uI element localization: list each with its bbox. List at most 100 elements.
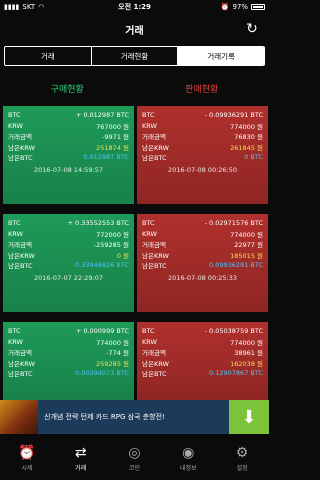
remaining-btc-row: 남은BTC 0.09936291 BTC	[142, 260, 263, 271]
sell-status-heading: 판매현황	[185, 84, 219, 95]
bottom-tab-label: 설정	[236, 464, 248, 472]
btc-label: BTC	[8, 111, 21, 120]
trade-date: 2016-07-08 14:59:57	[33, 165, 104, 174]
battery-icon	[251, 4, 265, 10]
trade-history-grid: BTC + 0.012987 BTC KRW 767000 원 거래금액 -9971 …	[0, 106, 269, 400]
buy-card[interactable]: BTC + 0.000999 BTC KRW 774000 원 거래금액 -774 원…	[3, 322, 134, 400]
btc-row: BTC + 0.000999 BTC	[8, 326, 129, 337]
btc-row: BTC + 0.012987 BTC	[8, 110, 129, 121]
remaining-krw-label: 남은KRW	[8, 359, 35, 368]
status-time: 오전 1:29	[118, 3, 151, 11]
sell-card[interactable]: BTC - 0.05038759 BTC KRW 774000 원 거래금액 3896…	[137, 322, 268, 400]
krw-label: KRW	[142, 229, 157, 238]
krw-value: 774000 원	[96, 338, 129, 347]
buy-card[interactable]: BTC + 0.012987 BTC KRW 767000 원 거래금액 -9971 …	[3, 106, 134, 204]
amount-row: 거래금액 -9971 원	[8, 131, 129, 142]
remaining-krw-label: 남은KRW	[142, 143, 169, 152]
remaining-krw-value: 0 원	[116, 251, 129, 260]
trade-date: 2016-07-08 00:25:33	[167, 273, 238, 282]
amount-value: -774 원	[106, 349, 129, 358]
trade-date: 2016-07-07 22:29:07	[33, 273, 104, 282]
buy-card[interactable]: BTC + 0.33552553 BTC KRW 772000 원 거래금액 -259…	[3, 214, 134, 312]
amount-value: -259285 원	[93, 241, 129, 250]
btc-label: BTC	[142, 219, 155, 228]
bottom-tab-label: 거래	[75, 464, 87, 472]
buy-status-heading: 구매현황	[50, 84, 84, 95]
tab-trade-status[interactable]: 거래현황	[91, 47, 179, 65]
remaining-krw-value: 162038 원	[230, 359, 263, 368]
tab-trade[interactable]: 거래	[5, 47, 92, 65]
krw-label: KRW	[8, 337, 23, 346]
remaining-btc-label: 남은BTC	[8, 262, 33, 271]
amount-label: 거래금액	[8, 241, 32, 250]
btc-value: - 0.05038759 BTC	[204, 327, 263, 336]
section-headings: 구매현황 판매현황	[0, 70, 269, 106]
remaining-btc-row: 남은BTC 0.012987 BTC	[8, 152, 129, 163]
page-title: 거래	[125, 25, 144, 37]
remaining-krw-label: 남은KRW	[8, 143, 35, 152]
amount-label: 거래금액	[142, 349, 166, 358]
krw-row: KRW 774000 원	[8, 337, 129, 348]
remaining-krw-row: 남은KRW 185015 원	[142, 250, 263, 261]
coin-icon: ◎	[128, 444, 141, 461]
krw-label: KRW	[142, 337, 157, 346]
remaining-krw-value: 259285 원	[96, 359, 129, 368]
bottom-tab-label: 시세	[21, 464, 33, 472]
krw-value: 774000 원	[230, 338, 263, 347]
download-icon[interactable]: ⬇	[229, 400, 269, 434]
btc-label: BTC	[142, 327, 155, 336]
bottom-tab-profile[interactable]: ◉ 내정보	[161, 434, 215, 480]
krw-row: KRW 767000 원	[8, 121, 129, 132]
bottom-tab-coin[interactable]: ◎ 코인	[108, 434, 162, 480]
amount-value: 22977 원	[234, 241, 263, 250]
remaining-krw-row: 남은KRW 162038 원	[142, 358, 263, 369]
remaining-krw-value: 185015 원	[230, 251, 263, 260]
btc-row: BTC - 0.02971576 BTC	[142, 218, 263, 229]
amount-row: 거래금액 -774 원	[8, 347, 129, 358]
refresh-icon[interactable]: ↻	[243, 20, 261, 38]
sell-card[interactable]: BTC - 0.02971576 BTC KRW 774000 원 거래금액 2297…	[137, 214, 268, 312]
trade-date: 2016-07-08 00:26:50	[167, 165, 238, 174]
krw-value: 774000 원	[230, 122, 263, 131]
btc-row: BTC - 0.05038759 BTC	[142, 326, 263, 337]
amount-row: 거래금액 76830 원	[142, 131, 263, 142]
remaining-btc-label: 남은BTC	[8, 154, 33, 163]
amount-label: 거래금액	[8, 349, 32, 358]
bottom-tab-label: 코인	[128, 464, 141, 472]
sell-card[interactable]: BTC - 0.09936291 BTC KRW 774000 원 거래금액 7683…	[137, 106, 268, 204]
krw-value: 772000 원	[96, 230, 129, 239]
remaining-krw-row: 남은KRW 261845 원	[142, 142, 263, 153]
amount-row: 거래금액 38961 원	[142, 347, 263, 358]
amount-row: 거래금액 22977 원	[142, 239, 263, 250]
remaining-krw-row: 남은KRW 251874 원	[8, 142, 129, 153]
remaining-btc-row: 남은BTC 0.33946826 BTC	[8, 260, 129, 271]
remaining-btc-label: 남은BTC	[142, 370, 167, 379]
ad-text: 신개념 전략 턴제 카드 RPG 삼국 춘향전!	[44, 413, 165, 421]
remaining-btc-value: 0 BTC	[244, 153, 263, 162]
remaining-btc-value: 0.00394073 BTC	[75, 369, 129, 378]
remaining-krw-row: 남은KRW 259285 원	[8, 358, 129, 369]
bottom-tab-trade[interactable]: ⇄ 거래	[54, 434, 108, 480]
tab-trade-history[interactable]: 거래기록	[178, 47, 264, 65]
amount-value: 38961 원	[234, 349, 263, 358]
amount-label: 거래금액	[8, 133, 32, 142]
bottom-tab-market[interactable]: ⏰ 시세	[0, 434, 54, 480]
krw-row: KRW 772000 원	[8, 229, 129, 240]
btc-value: + 0.012987 BTC	[75, 111, 129, 120]
remaining-btc-row: 남은BTC 0.00394073 BTC	[8, 368, 129, 379]
remaining-btc-row: 남은BTC 0.12907867 BTC	[142, 368, 263, 379]
ad-banner[interactable]: 신개념 전략 턴제 카드 RPG 삼국 춘향전! ⬇	[0, 400, 269, 434]
bottom-tab-settings[interactable]: ⚙ 설정	[215, 434, 269, 480]
amount-label: 거래금액	[142, 133, 166, 142]
remaining-krw-label: 남은KRW	[142, 359, 169, 368]
remaining-krw-row: 남은KRW 0 원	[8, 250, 129, 261]
remaining-krw-value: 261845 원	[230, 143, 263, 152]
krw-label: KRW	[8, 121, 23, 130]
remaining-krw-label: 남은KRW	[8, 251, 35, 260]
ad-thumbnail	[0, 400, 38, 434]
user-icon: ◉	[182, 444, 195, 461]
gear-icon: ⚙	[235, 444, 249, 461]
status-bar: ▮▮▮▮ SKT ◠ 오전 1:29 ⏰ 97%	[0, 0, 269, 14]
btc-label: BTC	[142, 111, 155, 120]
remaining-btc-label: 남은BTC	[142, 262, 167, 271]
